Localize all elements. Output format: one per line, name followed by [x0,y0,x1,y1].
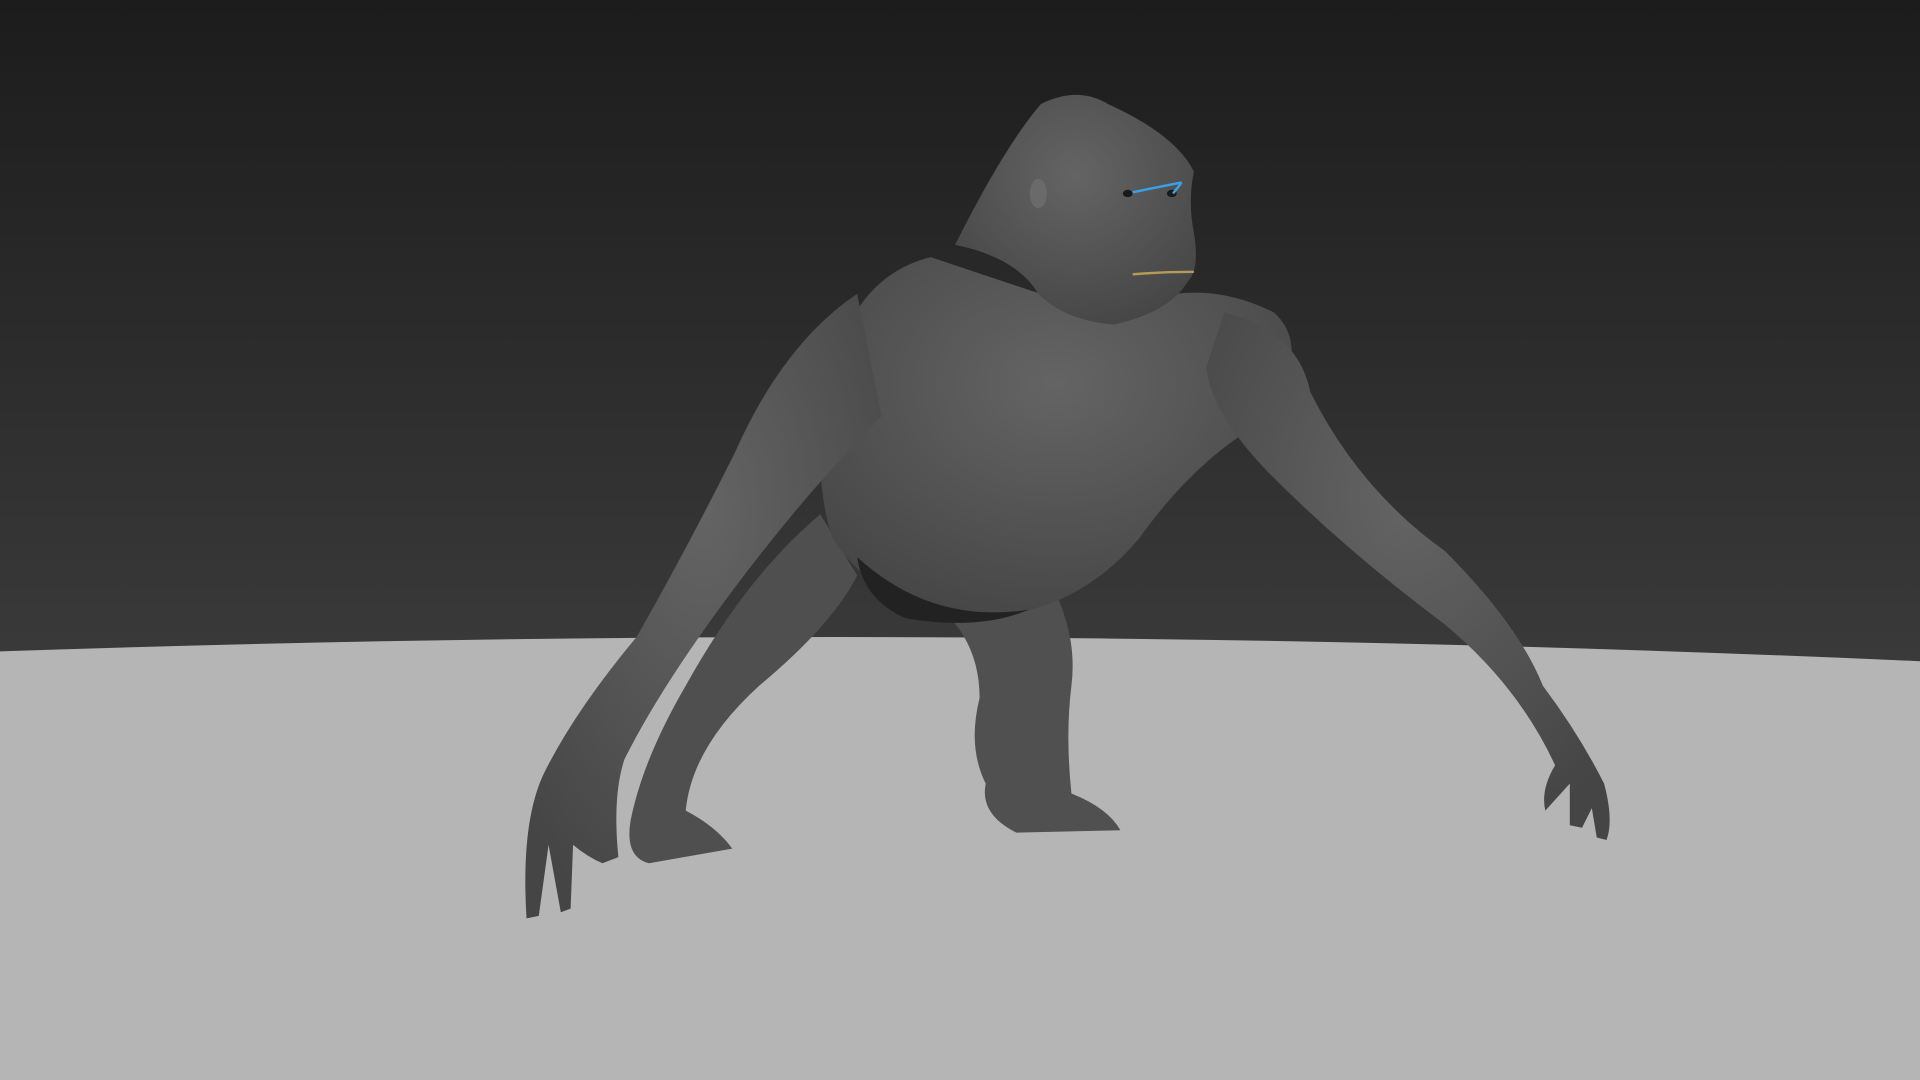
ear [1029,178,1047,209]
ground-plane [0,637,1920,1080]
left-eye [1122,189,1133,198]
render-viewport[interactable] [0,0,1920,1080]
